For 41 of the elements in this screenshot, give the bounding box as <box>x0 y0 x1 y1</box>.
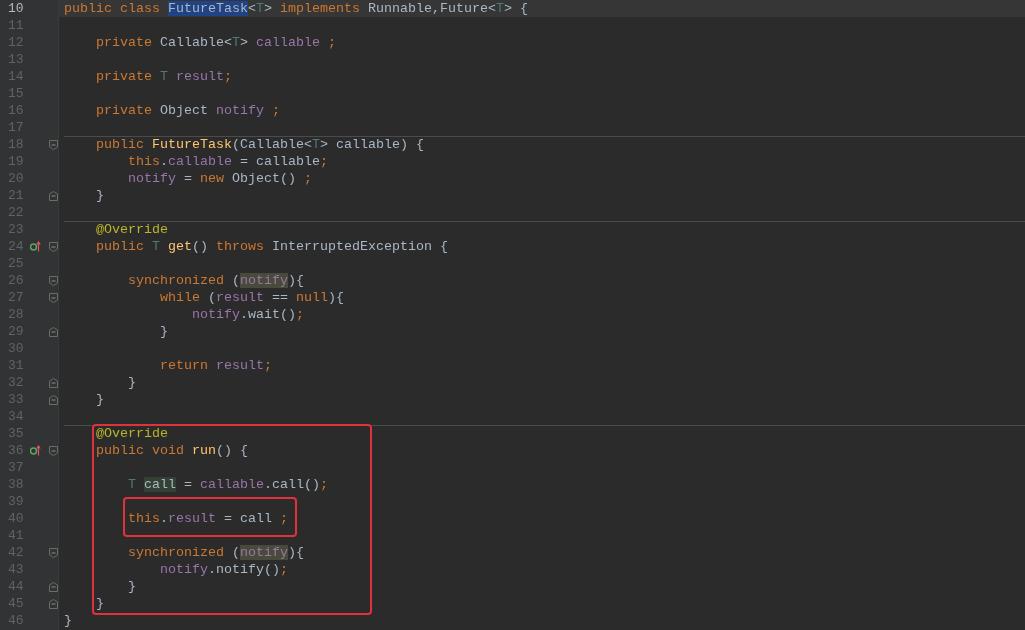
code-line: this.callable = callable; <box>127 153 328 170</box>
fold-marker-icon[interactable] <box>49 598 58 609</box>
code-line: } <box>127 578 136 595</box>
code-line: notify = new Object() ; <box>127 170 312 187</box>
fold-marker-icon[interactable] <box>49 292 58 303</box>
fold-marker-icon[interactable] <box>49 326 58 337</box>
code-line: return result; <box>158 357 272 374</box>
code-line: @Override <box>95 221 168 238</box>
code-line: notify.wait(); <box>190 306 304 323</box>
code-line: public FutureTask(Callable<T> callable) { <box>95 136 424 153</box>
code-line: T call = callable.call(); <box>127 476 328 493</box>
code-line: } <box>95 187 104 204</box>
override-marker-icon[interactable] <box>30 241 41 252</box>
fold-marker-icon[interactable] <box>49 445 58 456</box>
fold-marker-icon[interactable] <box>49 581 58 592</box>
code-line: private Callable<T> callable ; <box>95 34 336 51</box>
fold-marker-icon[interactable] <box>49 190 58 201</box>
code-line: synchronized (notify){ <box>127 272 304 289</box>
override-marker-icon[interactable] <box>30 445 41 456</box>
line-number: 10 <box>7 0 25 17</box>
code-line: @Override <box>95 425 168 442</box>
code-line: private Object notify ; <box>95 102 280 119</box>
fold-marker-icon[interactable] <box>49 547 58 558</box>
code-line: this.result = call ; <box>127 510 288 527</box>
code-line: } <box>95 595 104 612</box>
code-line: } <box>158 323 168 340</box>
fold-marker-icon[interactable] <box>49 139 58 150</box>
code-line: } <box>127 374 136 391</box>
code-line: private T result; <box>95 68 232 85</box>
fold-marker-icon[interactable] <box>49 377 58 388</box>
code-line: public void run() { <box>95 442 248 459</box>
fold-marker-icon[interactable] <box>49 241 58 252</box>
fold-marker-icon[interactable] <box>49 394 58 405</box>
fold-marker-icon[interactable] <box>49 275 58 286</box>
code-line: } <box>95 391 104 408</box>
code-line: public T get() throws InterruptedException { <box>95 238 448 255</box>
code-line: synchronized (notify){ <box>127 544 304 561</box>
code-line: public class FutureTask<T> implements Runnable,Future<T> { <box>64 0 528 17</box>
code-line: while (result == null){ <box>158 289 344 306</box>
code-line: notify.notify(); <box>158 561 288 578</box>
code-line: } <box>64 612 72 629</box>
